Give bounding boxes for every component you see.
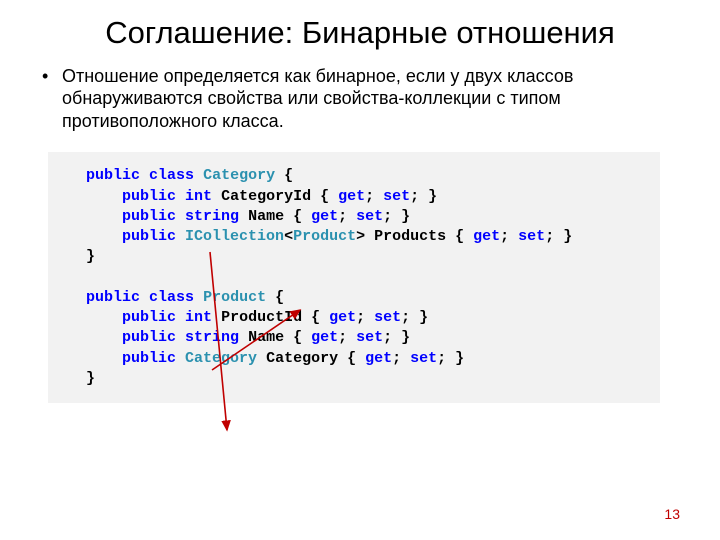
- kw-class: class: [149, 167, 194, 184]
- class-product: Product: [203, 289, 266, 306]
- bullet-item: • Отношение определяется как бинарное, е…: [40, 65, 680, 133]
- code-block: public class Category { public int Categ…: [48, 152, 660, 403]
- slide-title: Соглашение: Бинарные отношения: [40, 14, 680, 53]
- type-category-prop: Category: [185, 350, 257, 367]
- kw-public: public: [86, 167, 140, 184]
- bullet-marker: •: [40, 65, 62, 88]
- type-icollection: ICollection: [185, 228, 284, 245]
- type-product-generic: Product: [293, 228, 356, 245]
- slide: Соглашение: Бинарные отношения • Отношен…: [0, 0, 720, 540]
- class-category: Category: [203, 167, 275, 184]
- page-number: 13: [664, 506, 680, 522]
- bullet-text: Отношение определяется как бинарное, есл…: [62, 65, 680, 133]
